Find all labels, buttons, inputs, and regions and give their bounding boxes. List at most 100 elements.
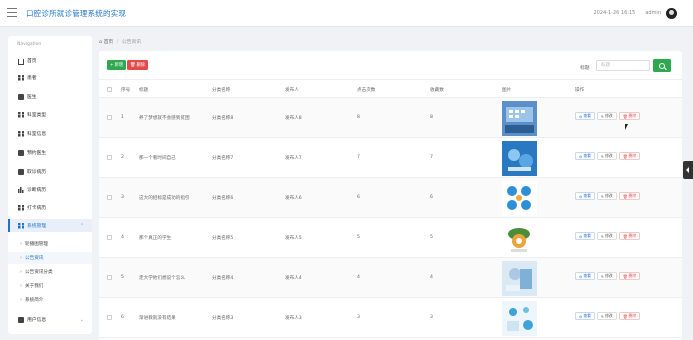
- sidebar-item-records[interactable]: 取诊病历: [8, 165, 92, 178]
- subitem-label: 公告资讯分类: [25, 270, 53, 275]
- sidebar-item-label: 用户信息: [27, 318, 47, 323]
- row-checkbox[interactable]: [107, 155, 112, 160]
- row-actions: ◎ 查看 ✎ 修改 🗑 删除: [575, 152, 641, 160]
- trash-icon: 🗑: [622, 113, 628, 119]
- cell-category: 分类名称5: [212, 236, 234, 241]
- trash-icon: 🗑: [622, 273, 628, 279]
- cell-index: 6: [121, 315, 124, 320]
- box-icon: [18, 168, 24, 175]
- cell-clicks: 8: [357, 115, 360, 120]
- sidebar-item-checkin[interactable]: 打卡病历: [8, 201, 92, 214]
- view-button[interactable]: ◎ 查看: [575, 192, 595, 200]
- sidebar-item-user-info[interactable]: 用户信息 ⌄: [8, 313, 92, 326]
- sidebar-item-diagnosis[interactable]: 诊断病历: [8, 183, 92, 196]
- grid-icon: [18, 74, 24, 81]
- username[interactable]: admin: [645, 10, 661, 16]
- row-thumbnail-image: [502, 301, 537, 336]
- batch-delete-button[interactable]: 🗑 删除: [127, 60, 148, 70]
- sidebar-item-department-types[interactable]: 科室类型: [8, 108, 92, 121]
- avatar[interactable]: [666, 7, 677, 19]
- mouse-cursor: [625, 124, 628, 130]
- select-all-checkbox[interactable]: [107, 87, 112, 92]
- eye-icon: ◎: [579, 113, 583, 119]
- subitem-announcement-categories[interactable]: › 公告资讯分类: [8, 266, 92, 278]
- row-checkbox[interactable]: [107, 115, 112, 120]
- delete-button[interactable]: 🗑 删除: [618, 272, 641, 280]
- table-row: 5 走大学他们想说个怎么 分类名称4 发布人4 4 4 ◎ 查看 ✎ 修改 🗑 删除: [99, 258, 682, 298]
- delete-button[interactable]: 🗑 删除: [618, 112, 641, 120]
- delete-button[interactable]: 🗑 删除: [618, 312, 641, 320]
- row-checkbox[interactable]: [107, 275, 112, 280]
- delete-button[interactable]: 🗑 删除: [618, 232, 641, 240]
- menu-icon[interactable]: [7, 8, 17, 17]
- eye-icon: ◎: [579, 233, 583, 239]
- delete-button[interactable]: 🗑 删除: [618, 192, 641, 200]
- cell-category: 分类名称4: [212, 276, 234, 281]
- edit-button[interactable]: ✎ 修改: [596, 192, 617, 200]
- sidebar-item-system[interactable]: 系统管理 ⌃: [8, 219, 92, 232]
- cell-category: 分类名称7: [212, 156, 234, 161]
- add-button-label: 新增: [114, 63, 124, 68]
- search-button[interactable]: [653, 59, 671, 72]
- home-icon: [18, 58, 24, 65]
- view-button[interactable]: ◎ 查看: [575, 232, 595, 240]
- chevron-right-icon: ›: [20, 241, 22, 247]
- add-button[interactable]: + 新增: [107, 60, 126, 70]
- view-button[interactable]: ◎ 查看: [575, 312, 595, 320]
- subitem-about[interactable]: › 关于我们: [8, 280, 92, 292]
- view-label: 查看: [583, 313, 591, 318]
- row-checkbox[interactable]: [107, 195, 112, 200]
- filter-label: 标题: [580, 66, 590, 71]
- title-search-input[interactable]: [596, 60, 650, 71]
- row-thumbnail-image: [502, 141, 537, 176]
- sidebar-item-doctors[interactable]: 医生: [8, 90, 92, 103]
- delete-button[interactable]: 🗑 删除: [618, 152, 641, 160]
- row-thumbnail-image: [502, 181, 537, 216]
- chevron-right-icon: ›: [20, 297, 22, 303]
- edit-button[interactable]: ✎ 修改: [596, 232, 617, 240]
- sidebar-item-label: 系统管理: [27, 224, 47, 229]
- row-checkbox[interactable]: [107, 235, 112, 240]
- sidebar-item-label: 取诊病历: [27, 170, 47, 175]
- sidebar-item-home[interactable]: 首页: [8, 54, 92, 67]
- subitem-carousel[interactable]: › 轮播图管理: [8, 238, 92, 250]
- view-button[interactable]: ◎ 查看: [575, 272, 595, 280]
- cell-publisher: 发布人8: [285, 116, 302, 121]
- subitem-announcements[interactable]: › 公告资讯: [8, 252, 92, 264]
- cell-title: 走大学他们想说个怎么: [139, 276, 185, 281]
- cell-publisher: 发布人4: [285, 276, 302, 281]
- sidebar-item-appointments[interactable]: 预约医生: [8, 146, 92, 159]
- sidebar-item-patients[interactable]: 患者: [8, 71, 92, 84]
- breadcrumb-home[interactable]: 首页: [104, 40, 114, 45]
- box-icon: [18, 316, 24, 323]
- subitem-label: 公告资讯: [25, 256, 44, 261]
- grid-icon: [18, 204, 24, 211]
- view-label: 查看: [583, 273, 591, 278]
- view-label: 查看: [583, 193, 591, 198]
- chevron-down-icon: ⌄: [79, 316, 84, 323]
- delete-label: 删除: [628, 313, 637, 318]
- edit-button[interactable]: ✎ 修改: [596, 112, 617, 120]
- view-button[interactable]: ◎ 查看: [575, 112, 595, 120]
- edit-button[interactable]: ✎ 修改: [596, 312, 617, 320]
- chevron-right-icon: ›: [20, 283, 22, 289]
- breadcrumb-separator: /: [116, 40, 119, 45]
- side-panel-toggle[interactable]: [683, 161, 693, 179]
- sidebar-item-departments[interactable]: 科室信息: [8, 127, 92, 140]
- user-area: 2024-1-26 16:15 admin: [593, 7, 677, 19]
- row-checkbox[interactable]: [107, 315, 112, 320]
- subitem-label: 系统简介: [25, 298, 44, 303]
- home-icon[interactable]: ⌂: [99, 40, 102, 45]
- delete-button-label: 删除: [136, 63, 146, 68]
- subitem-intro[interactable]: › 系统简介: [8, 294, 92, 306]
- grid-icon: [18, 222, 24, 229]
- cell-clicks: 6: [357, 195, 360, 200]
- table-row: 2 那一个看时间自己 分类名称7 发布人7 7 7 ◎ 查看 ✎ 修改 🗑 删除: [99, 138, 682, 178]
- edit-button[interactable]: ✎ 修改: [596, 272, 617, 280]
- grid-icon: [18, 111, 24, 118]
- view-label: 查看: [583, 153, 591, 158]
- edit-icon: ✎: [600, 313, 605, 319]
- edit-button[interactable]: ✎ 修改: [596, 152, 617, 160]
- view-button[interactable]: ◎ 查看: [575, 152, 595, 160]
- table-header: 序号 标题 分类名称 发布人 点击次数 收藏数 图片 操作: [99, 79, 682, 98]
